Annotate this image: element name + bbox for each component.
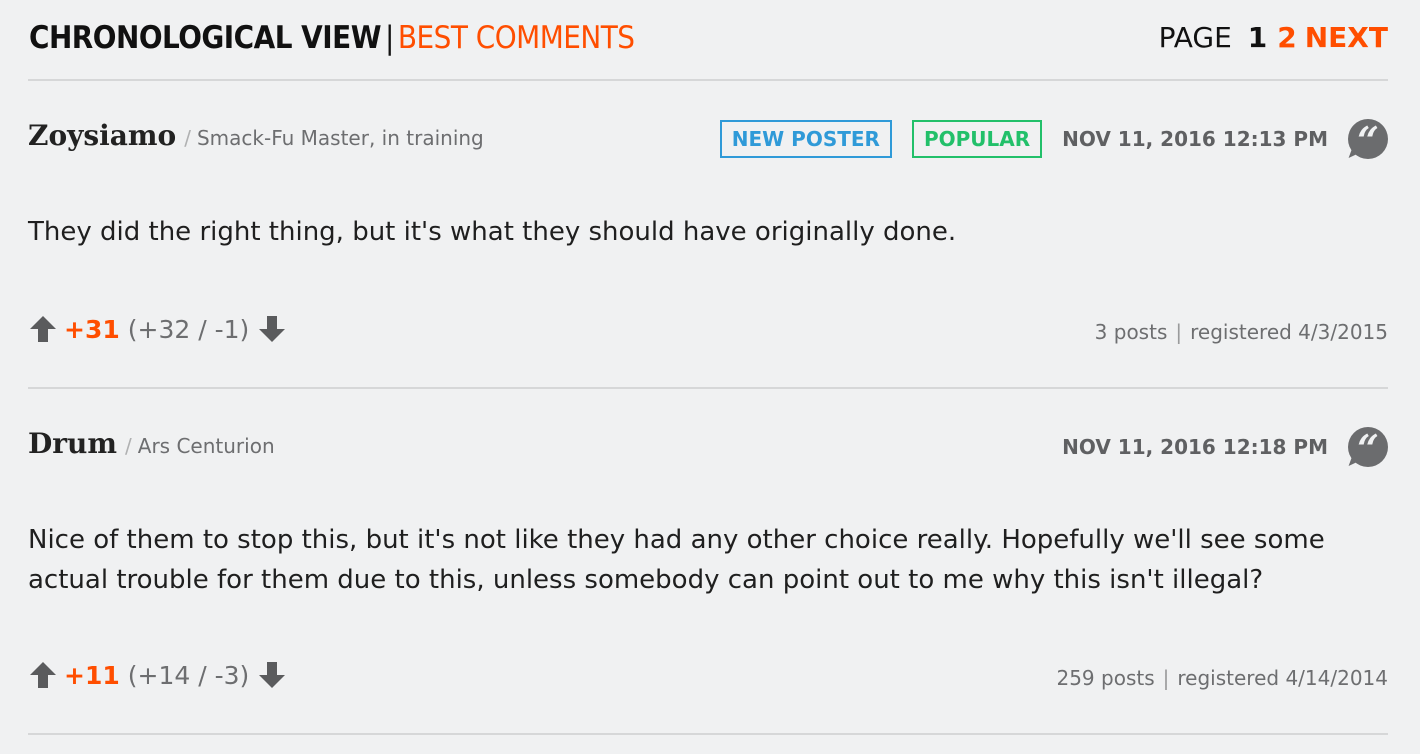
page-label: PAGE: [1158, 21, 1232, 54]
rank-separator: /: [125, 434, 132, 458]
author-name[interactable]: Drum: [28, 427, 117, 460]
post-count: 259 posts: [1056, 666, 1155, 690]
author-stats: 259 posts | registered 4/14/2014: [1056, 666, 1388, 690]
quote-icon[interactable]: “: [1348, 426, 1388, 471]
quote-icon[interactable]: “: [1348, 118, 1388, 163]
comment-timestamp[interactable]: NOV 11, 2016 12:13 PM: [1062, 127, 1328, 151]
pagination: PAGE 1 2 NEXT: [1159, 20, 1388, 56]
author-stats: 3 posts | registered 4/3/2015: [1095, 320, 1388, 344]
upvote-arrow-icon[interactable]: [28, 660, 58, 690]
next-page-link[interactable]: NEXT: [1305, 21, 1388, 54]
tab-best-comments[interactable]: BEST COMMENTS: [398, 20, 635, 56]
vote-bar: +11 (+14 / -3): [28, 660, 287, 690]
comment-body: They did the right thing, but it's what …: [28, 217, 957, 247]
upvote-arrow-icon[interactable]: [28, 314, 58, 344]
registered-date: registered 4/3/2015: [1190, 320, 1388, 344]
comments-section: CHRONOLOGICAL VIEW | BEST COMMENTS PAGE 1 2 N…: [28, 0, 1388, 735]
author-line: Zoysiamo / Smack-Fu Master, in training: [28, 119, 484, 152]
vote-bar: +31 (+32 / -1): [28, 314, 287, 344]
stats-separator: |: [1175, 320, 1183, 344]
comment-timestamp[interactable]: NOV 11, 2016 12:18 PM: [1062, 435, 1328, 459]
popular-badge: POPULAR: [911, 120, 1043, 158]
vote-score: +11: [64, 660, 120, 690]
vote-breakdown: (+32 / -1): [127, 314, 250, 344]
page-current: 1: [1247, 21, 1268, 54]
downvote-arrow-icon[interactable]: [257, 660, 287, 690]
comments-header: CHRONOLOGICAL VIEW | BEST COMMENTS PAGE 1 2 N…: [28, 0, 1388, 81]
tab-chronological-view[interactable]: CHRONOLOGICAL VIEW: [29, 20, 381, 56]
page-link-2[interactable]: 2: [1277, 21, 1296, 54]
comment-body: Nice of them to stop this, but it's not …: [28, 525, 1325, 595]
stats-separator: |: [1162, 666, 1170, 690]
rank-separator: /: [184, 126, 191, 150]
vote-breakdown: (+14 / -3): [127, 660, 250, 690]
comment: Zoysiamo / Smack-Fu Master, in training NE…: [28, 81, 1388, 389]
author-rank: Ars Centurion: [137, 434, 275, 458]
downvote-arrow-icon[interactable]: [257, 314, 287, 344]
quote-glyph: “: [1357, 118, 1379, 163]
author-line: Drum / Ars Centurion: [28, 427, 275, 460]
quote-glyph: “: [1357, 426, 1379, 471]
registered-date: registered 4/14/2014: [1177, 666, 1388, 690]
comment: Drum / Ars Centurion NOV 11, 2016 12:18 PM…: [28, 389, 1388, 735]
author-rank: Smack-Fu Master, in training: [196, 126, 484, 150]
author-name[interactable]: Zoysiamo: [28, 119, 176, 152]
tab-separator: |: [384, 20, 394, 56]
new-poster-badge: NEW POSTER: [719, 120, 892, 158]
post-count: 3 posts: [1094, 320, 1168, 344]
comment-meta: NEW POSTER POPULAR NOV 11, 2016 12:13 PM…: [719, 118, 1388, 163]
view-tabs: CHRONOLOGICAL VIEW | BEST COMMENTS: [29, 20, 635, 56]
vote-score: +31: [64, 314, 120, 344]
comment-meta: NOV 11, 2016 12:18 PM “: [1062, 426, 1388, 471]
